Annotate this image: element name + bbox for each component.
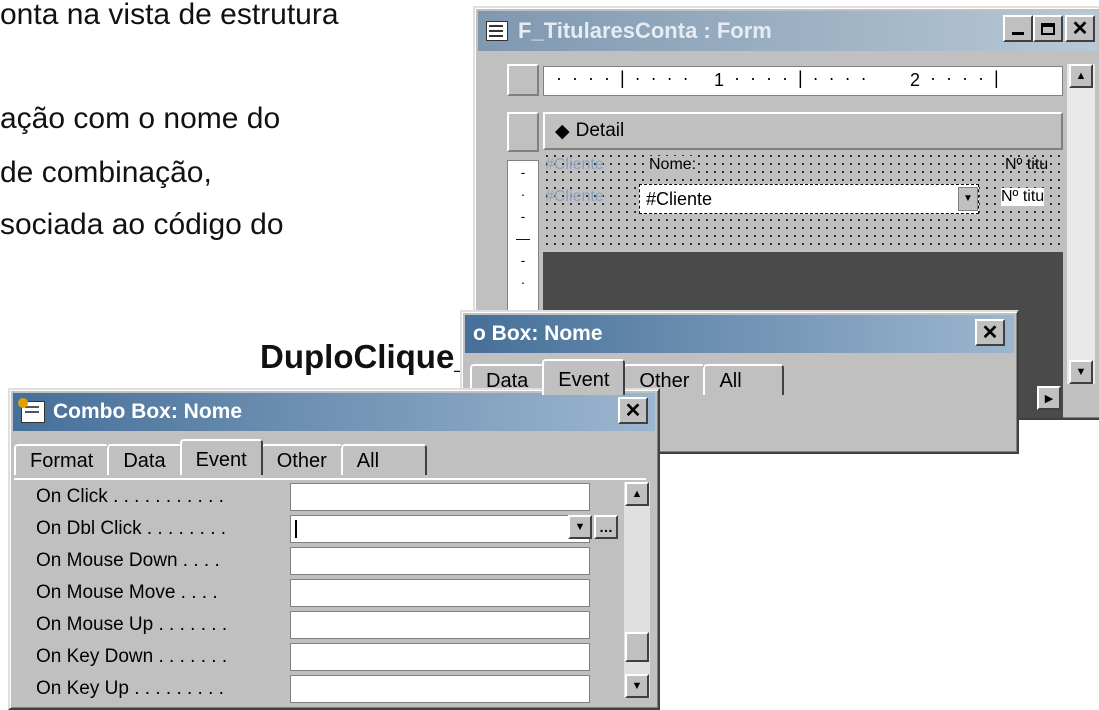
- back-tab-all[interactable]: All: [703, 364, 784, 395]
- prop-row-on-key-down[interactable]: On Key Down . . . . . . .: [14, 640, 590, 673]
- props-close-button[interactable]: ✕: [618, 397, 648, 424]
- scroll-thumb[interactable]: [625, 632, 649, 662]
- prop-row-on-key-up[interactable]: On Key Up . . . . . . . . .: [14, 672, 590, 705]
- tab-event[interactable]: Event: [179, 439, 263, 475]
- maximize-icon: [1041, 22, 1055, 35]
- on-mouse-down-field[interactable]: [290, 546, 590, 575]
- detail-design-grid: #Cliente Nome: Nº titu #Cliente #Cliente…: [543, 152, 1063, 250]
- scroll-up-icon[interactable]: ▲: [1069, 64, 1093, 88]
- combo-dropdown-icon[interactable]: ▼: [958, 187, 978, 211]
- form-window-title: F_TitularesConta : Form: [518, 18, 772, 43]
- prop-label: On Mouse Up . . . . . . .: [36, 613, 228, 635]
- maximize-button[interactable]: [1033, 15, 1063, 42]
- dropdown-arrow-icon[interactable]: ▼: [568, 515, 592, 539]
- on-mouse-up-field[interactable]: [290, 610, 590, 639]
- cliente-combo-value: #Cliente: [646, 189, 713, 209]
- vertical-ruler: - · - — - ·: [507, 160, 539, 320]
- slide-text-line1: onta na vista de estrutura: [0, 0, 339, 31]
- section-selector[interactable]: [507, 112, 539, 152]
- prop-label: On Key Up . . . . . . . . .: [36, 677, 224, 699]
- slide-text-line3: de combinação,: [0, 156, 212, 189]
- on-key-down-field[interactable]: [290, 642, 590, 671]
- close-icon: ✕: [624, 400, 642, 422]
- tab-format[interactable]: Format: [14, 444, 110, 475]
- props-titlebar: Combo Box: Nome: [13, 393, 655, 431]
- detail-section-bar[interactable]: ◆ Detail: [543, 112, 1063, 150]
- prop-row-on-mouse-move[interactable]: On Mouse Move . . . .: [14, 576, 590, 609]
- slide-text-line2: ação com o nome do: [0, 102, 281, 135]
- minimize-icon: [1012, 32, 1024, 35]
- properties-list: On Click . . . . . . . . . . . On Dbl Cl…: [14, 478, 650, 705]
- slide-text-line4: sociada ao código do: [0, 208, 284, 241]
- back-props-titlebar: o Box: Nome: [465, 315, 1014, 353]
- close-button[interactable]: ✕: [1065, 15, 1095, 42]
- horizontal-ruler: ····|···· 1 ····|···· 2 ····|: [543, 66, 1063, 96]
- props-scrollbar[interactable]: ▲ ▼: [624, 482, 650, 698]
- on-mouse-move-field[interactable]: [290, 578, 590, 607]
- nome-label[interactable]: Nome:: [649, 156, 697, 174]
- cliente-row-label[interactable]: #Cliente: [545, 188, 604, 206]
- builder-button[interactable]: …: [594, 515, 618, 539]
- props-title: Combo Box: Nome: [53, 400, 242, 423]
- properties-icon: [18, 398, 45, 423]
- scroll-right-icon[interactable]: ▶: [1037, 386, 1061, 410]
- prop-row-on-mouse-up[interactable]: On Mouse Up . . . . . . .: [14, 608, 590, 641]
- tab-all[interactable]: All: [340, 444, 428, 475]
- detail-section-label: Detail: [575, 120, 625, 141]
- form-icon: [486, 21, 508, 41]
- prop-label: On Click . . . . . . . . . . .: [36, 485, 224, 507]
- text-cursor: [295, 519, 297, 538]
- prop-row-on-mouse-down[interactable]: On Mouse Down . . . .: [14, 544, 590, 577]
- cliente-header-label[interactable]: #Cliente: [545, 156, 604, 174]
- scroll-down-icon[interactable]: ▼: [625, 674, 649, 698]
- ruler-mark-2: 2: [910, 70, 921, 90]
- back-tab-event[interactable]: Event: [542, 359, 626, 395]
- titular-header-label[interactable]: Nº titu: [1005, 156, 1048, 174]
- minimize-button[interactable]: [1003, 15, 1033, 42]
- cliente-combo-box[interactable]: #Cliente ▼: [639, 184, 979, 214]
- props-tabs: Format Data Event Other All: [14, 439, 428, 475]
- back-props-close-button[interactable]: ✕: [975, 319, 1005, 346]
- prop-label: On Dbl Click . . . . . . . .: [36, 517, 227, 539]
- close-icon: ✕: [1071, 18, 1089, 40]
- ruler-corner: [507, 64, 539, 96]
- property-sheet: Combo Box: Nome ✕ Format Data Event Othe…: [8, 388, 660, 710]
- ruler-mark-1: 1: [714, 70, 725, 90]
- prop-label: On Mouse Move . . . .: [36, 581, 218, 603]
- on-dbl-click-field[interactable]: [290, 514, 590, 543]
- scroll-down-icon[interactable]: ▼: [1069, 360, 1093, 384]
- tab-other[interactable]: Other: [260, 444, 343, 475]
- scroll-up-icon[interactable]: ▲: [625, 482, 649, 506]
- titular-row-label[interactable]: Nº titu: [1001, 188, 1045, 206]
- vertical-scrollbar[interactable]: ▲ ▼: [1067, 64, 1095, 384]
- prop-row-on-click[interactable]: On Click . . . . . . . . . . .: [14, 480, 590, 513]
- back-props-title: o Box: Nome: [473, 322, 603, 345]
- prop-label: On Mouse Down . . . .: [36, 549, 220, 571]
- on-click-field[interactable]: [290, 482, 590, 511]
- prop-row-on-dbl-click[interactable]: On Dbl Click . . . . . . . . ▼ …: [14, 512, 618, 545]
- detail-arrow-icon: ◆: [555, 120, 570, 142]
- on-key-up-field[interactable]: [290, 674, 590, 703]
- close-icon: ✕: [981, 322, 999, 344]
- tab-data[interactable]: Data: [107, 444, 182, 475]
- prop-label: On Key Down . . . . . . .: [36, 645, 228, 667]
